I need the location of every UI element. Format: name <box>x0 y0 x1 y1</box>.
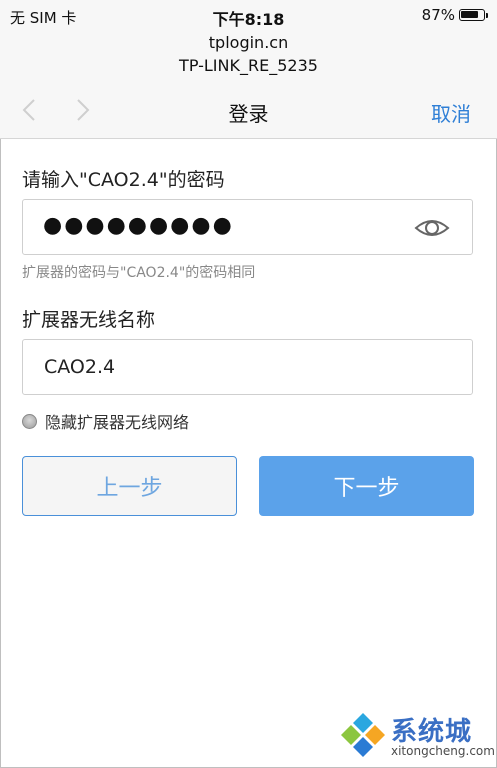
watermark-name: 系统城 <box>391 717 473 747</box>
watermark-logo-icon <box>341 713 385 757</box>
ssid-field[interactable]: CAO2.4 <box>22 339 473 395</box>
battery-icon <box>459 9 488 21</box>
eye-icon[interactable] <box>414 214 450 242</box>
watermark: 系统城 xitongcheng.com <box>339 707 495 762</box>
nav-title: 登录 <box>228 102 269 126</box>
ssid-label: 扩展器无线名称 <box>22 309 156 331</box>
hide-network-label: 隐藏扩展器无线网络 <box>45 413 190 432</box>
page-title-bar: TP-LINK_RE_5235 <box>179 56 318 75</box>
hide-network-row[interactable]: 隐藏扩展器无线网络 <box>22 409 189 433</box>
next-step-button[interactable]: 下一步 <box>259 456 474 516</box>
battery-percent: 87% <box>421 6 455 24</box>
password-hint: 扩展器的密码与"CAO2.4"的密码相同 <box>22 265 256 281</box>
password-field[interactable]: ●●●●●●●●● <box>22 199 473 255</box>
url-host: tplogin.cn <box>208 33 289 52</box>
status-bar: 无 SIM 卡 下午8:18 87% <box>0 0 497 30</box>
password-label: 请输入"CAO2.4"的密码 <box>22 169 225 191</box>
battery-indicator: 87% <box>421 6 488 24</box>
cancel-button[interactable]: 取消 <box>431 98 471 127</box>
nav-bar: 登录 取消 <box>0 82 497 139</box>
url-bar[interactable]: tplogin.cn TP-LINK_RE_5235 <box>0 30 497 82</box>
ssid-value: CAO2.4 <box>44 356 116 378</box>
password-value: ●●●●●●●●● <box>43 213 234 238</box>
hide-network-checkbox[interactable] <box>22 413 37 429</box>
previous-step-button[interactable]: 上一步 <box>22 456 237 516</box>
watermark-url: xitongcheng.com <box>391 744 495 758</box>
battery-fill <box>461 11 478 18</box>
